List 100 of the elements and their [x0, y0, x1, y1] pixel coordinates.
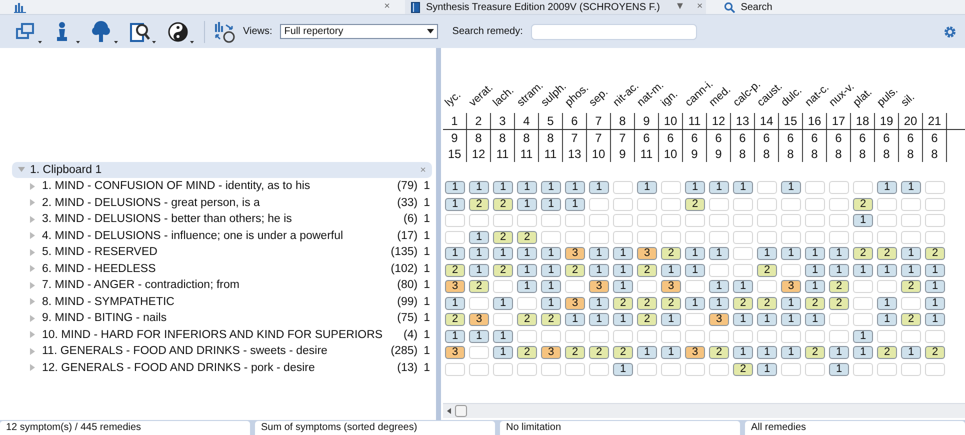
collapsed-arrow-icon[interactable] [30, 314, 36, 322]
empty-cell[interactable] [733, 247, 753, 260]
empty-cell[interactable] [901, 330, 921, 343]
grade-cell[interactable]: 2 [493, 264, 513, 277]
empty-cell[interactable] [445, 362, 465, 376]
collapsed-arrow-icon[interactable] [30, 282, 36, 289]
grade-cell[interactable]: 1 [517, 181, 537, 194]
empty-cell[interactable] [805, 330, 825, 343]
remedy-name[interactable]: puls. [874, 84, 900, 109]
empty-cell[interactable] [517, 362, 537, 376]
grade-cell[interactable]: 2 [541, 313, 561, 326]
empty-cell[interactable] [853, 230, 873, 244]
empty-cell[interactable] [925, 181, 945, 194]
grade-cell[interactable]: 1 [925, 280, 945, 294]
remedy-name[interactable]: sil. [898, 91, 917, 109]
grade-cell[interactable]: 2 [733, 362, 753, 376]
empty-cell[interactable] [637, 362, 657, 376]
grade-cell[interactable]: 2 [517, 230, 537, 244]
empty-cell[interactable] [517, 296, 537, 310]
empty-cell[interactable] [709, 230, 729, 244]
empty-cell[interactable] [637, 330, 657, 343]
empty-cell[interactable] [877, 230, 897, 244]
empty-cell[interactable] [661, 362, 681, 376]
empty-cell[interactable] [877, 330, 897, 343]
empty-cell[interactable] [685, 313, 705, 326]
horizontal-scrollbar[interactable] [443, 403, 965, 418]
empty-cell[interactable] [709, 264, 729, 277]
grade-cell[interactable]: 2 [925, 346, 945, 360]
grade-cell[interactable]: 1 [589, 247, 609, 260]
empty-cell[interactable] [541, 214, 561, 228]
grade-cell[interactable]: 1 [853, 330, 873, 343]
grade-cell[interactable]: 1 [757, 362, 777, 376]
grade-cell[interactable]: 1 [829, 247, 849, 260]
grade-cell[interactable]: 1 [877, 313, 897, 326]
empty-cell[interactable] [469, 346, 489, 360]
empty-cell[interactable] [685, 214, 705, 228]
empty-cell[interactable] [925, 198, 945, 211]
empty-cell[interactable] [445, 214, 465, 228]
grade-cell[interactable]: 1 [709, 247, 729, 260]
grade-cell[interactable]: 1 [829, 362, 849, 376]
empty-cell[interactable] [805, 214, 825, 228]
grade-cell[interactable]: 2 [613, 296, 633, 310]
empty-cell[interactable] [541, 362, 561, 376]
grade-cell[interactable]: 1 [541, 296, 561, 310]
grade-cell[interactable]: 3 [589, 280, 609, 294]
chart-refresh-button[interactable] [213, 20, 235, 42]
search-tab-label[interactable]: Search [740, 2, 772, 12]
grade-cell[interactable]: 1 [877, 181, 897, 194]
grade-cell[interactable]: 1 [829, 346, 849, 360]
grade-cell[interactable]: 2 [877, 247, 897, 260]
grade-cell[interactable]: 1 [901, 264, 921, 277]
grade-cell[interactable]: 1 [565, 313, 585, 326]
empty-cell[interactable] [733, 330, 753, 343]
grade-cell[interactable]: 1 [589, 313, 609, 326]
grade-cell[interactable]: 1 [493, 247, 513, 260]
yin-yang-button[interactable] [166, 20, 196, 44]
grade-cell[interactable]: 1 [613, 362, 633, 376]
empty-cell[interactable] [589, 362, 609, 376]
grade-cell[interactable]: 3 [565, 247, 585, 260]
empty-cell[interactable] [733, 264, 753, 277]
empty-cell[interactable] [589, 214, 609, 228]
empty-cell[interactable] [829, 313, 849, 326]
clipboard-header[interactable]: 1. Clipboard 1 × [12, 162, 432, 178]
remedy-name[interactable]: sep. [586, 86, 610, 109]
grade-cell[interactable]: 3 [685, 346, 705, 360]
symptom-text[interactable]: 6. MIND - HEEDLESS [42, 262, 385, 275]
expanded-arrow-icon[interactable] [18, 167, 25, 173]
grade-cell[interactable]: 1 [781, 181, 801, 194]
collapsed-arrow-icon[interactable] [30, 364, 36, 372]
empty-cell[interactable] [901, 214, 921, 228]
empty-cell[interactable] [781, 230, 801, 244]
grade-cell[interactable]: 1 [901, 247, 921, 260]
empty-cell[interactable] [589, 230, 609, 244]
tab-title[interactable]: Synthesis Treasure Edition 2009V (SCHROYENS F.) [426, 2, 660, 12]
symptom-text[interactable]: 7. MIND - ANGER - contradiction; from [42, 279, 392, 292]
collapsed-arrow-icon[interactable] [30, 265, 36, 272]
empty-cell[interactable] [709, 214, 729, 228]
grade-cell[interactable]: 1 [565, 181, 585, 194]
grade-cell[interactable]: 1 [541, 280, 561, 294]
remedy-name[interactable]: lach. [490, 84, 516, 109]
empty-cell[interactable] [493, 214, 513, 228]
grade-cell[interactable]: 2 [853, 198, 873, 211]
grade-cell[interactable]: 1 [781, 346, 801, 360]
empty-cell[interactable] [781, 198, 801, 211]
grade-cell[interactable]: 2 [733, 296, 753, 310]
grade-cell[interactable]: 1 [637, 181, 657, 194]
empty-cell[interactable] [925, 214, 945, 228]
search-remedy-field[interactable] [530, 24, 697, 40]
collapsed-arrow-icon[interactable] [30, 331, 36, 338]
empty-cell[interactable] [877, 214, 897, 228]
empty-cell[interactable] [877, 198, 897, 211]
grade-cell[interactable]: 2 [853, 247, 873, 260]
views-dropdown[interactable]: Full repertory [280, 24, 438, 39]
grade-cell[interactable]: 1 [733, 346, 753, 360]
collapsed-arrow-icon[interactable] [30, 182, 36, 190]
grade-cell[interactable]: 1 [541, 181, 561, 194]
empty-cell[interactable] [853, 313, 873, 326]
empty-cell[interactable] [493, 362, 513, 376]
grade-cell[interactable]: 2 [661, 296, 681, 310]
grade-cell[interactable]: 1 [445, 296, 465, 310]
